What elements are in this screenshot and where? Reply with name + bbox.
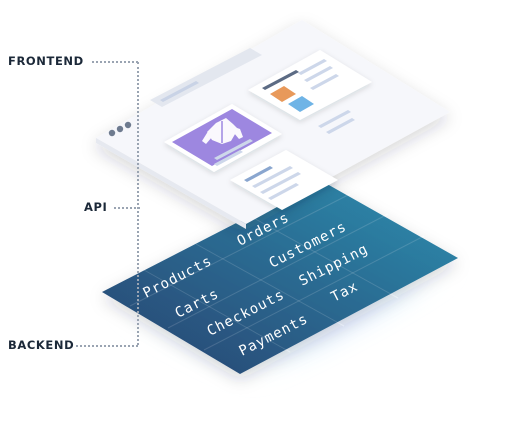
backend-layer — [102, 180, 458, 374]
frontend-leader — [92, 61, 138, 63]
frontend-label: FRONTEND — [8, 54, 84, 68]
backend-leader — [76, 345, 138, 347]
api-label: API — [84, 200, 108, 214]
vertical-leader — [137, 62, 139, 345]
architecture-diagram: Orders Products Customers Carts Shipping… — [0, 0, 528, 433]
backend-label: BACKEND — [8, 338, 75, 352]
